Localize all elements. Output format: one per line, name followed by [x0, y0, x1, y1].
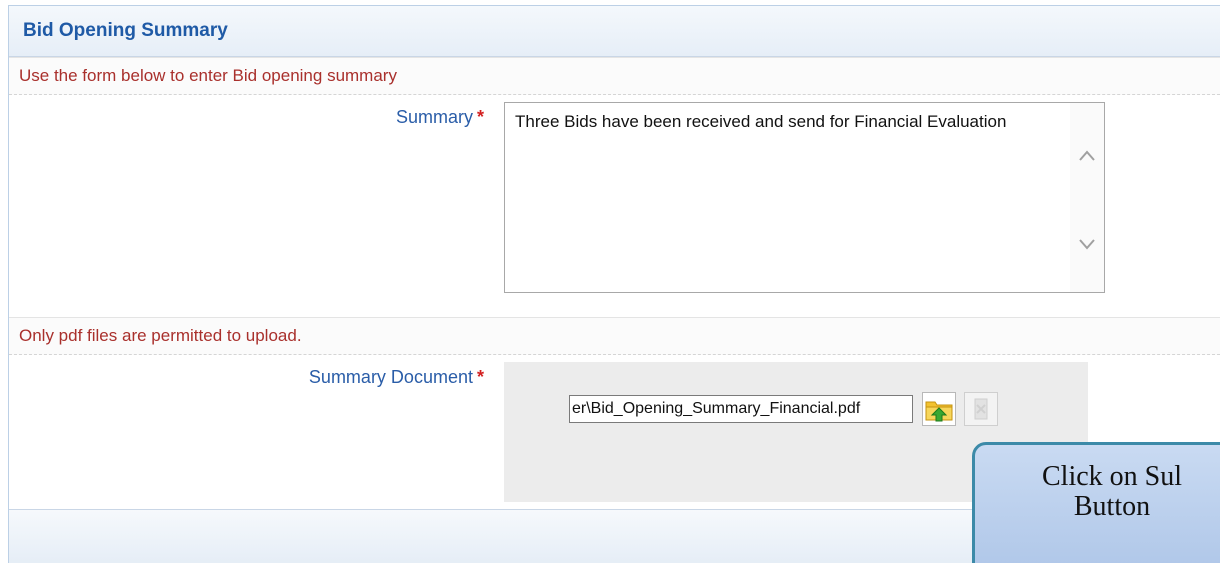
file-path-input[interactable]: er\Bid_Opening_Summary_Financial.pdf [569, 395, 913, 423]
form-hint: Use the form below to enter Bid opening … [9, 57, 1220, 95]
summary-document-label: Summary Document * [9, 355, 492, 505]
folder-upload-icon[interactable] [922, 392, 956, 426]
chevron-down-icon[interactable] [1078, 237, 1096, 251]
summary-textarea[interactable]: Three Bids have been received and send f… [504, 102, 1105, 293]
instruction-callout: Click on Sul Button [972, 442, 1220, 563]
clear-file-icon[interactable] [964, 392, 998, 426]
required-marker: * [476, 367, 484, 387]
summary-label-text: Summary [395, 107, 473, 127]
panel-title: Bid Opening Summary [23, 20, 228, 41]
page: Bid Opening Summary Use the form below t… [0, 0, 1220, 563]
panel-header: Bid Opening Summary [9, 6, 1220, 57]
chevron-up-icon[interactable] [1078, 149, 1096, 163]
summary-text[interactable]: Three Bids have been received and send f… [515, 111, 1055, 133]
required-marker: * [476, 107, 484, 127]
upload-hint: Only pdf files are permitted to upload. [9, 317, 1220, 355]
summary-document-label-text: Summary Document [308, 367, 473, 387]
summary-label: Summary * [9, 95, 492, 317]
callout-line1: Click on Sul [1041, 461, 1182, 492]
callout-line2: Button [1073, 491, 1151, 522]
textarea-scrollbar[interactable] [1070, 103, 1104, 292]
summary-row: Summary * Three Bids have been received a… [9, 95, 1220, 317]
